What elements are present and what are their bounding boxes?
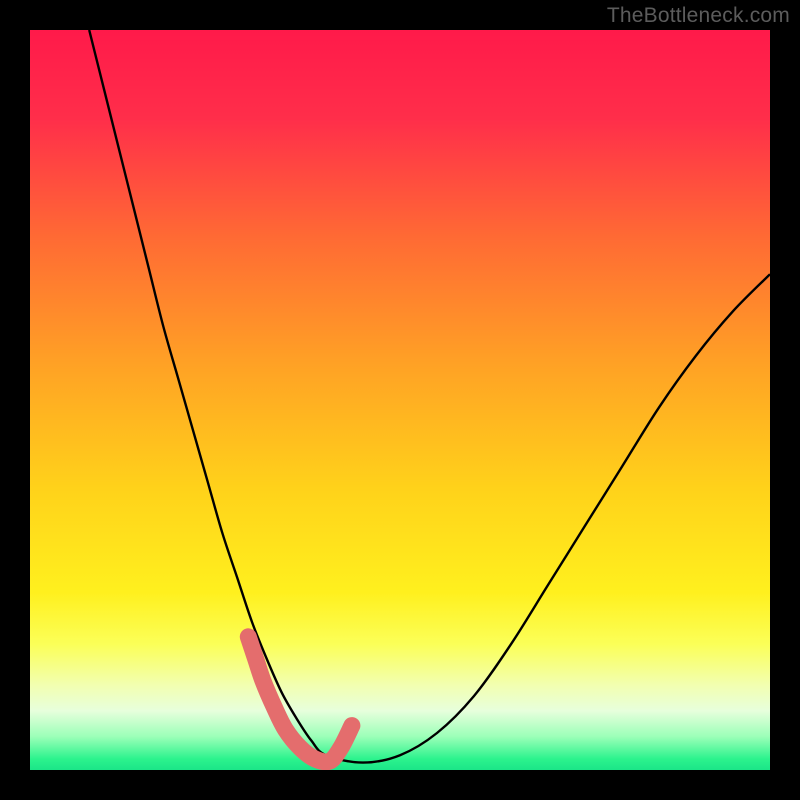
highlight-markers xyxy=(248,637,352,762)
watermark-text: TheBottleneck.com xyxy=(607,4,790,28)
chart-frame: TheBottleneck.com xyxy=(0,0,800,800)
curve-layer xyxy=(30,30,770,770)
bottleneck-curve xyxy=(89,30,770,763)
